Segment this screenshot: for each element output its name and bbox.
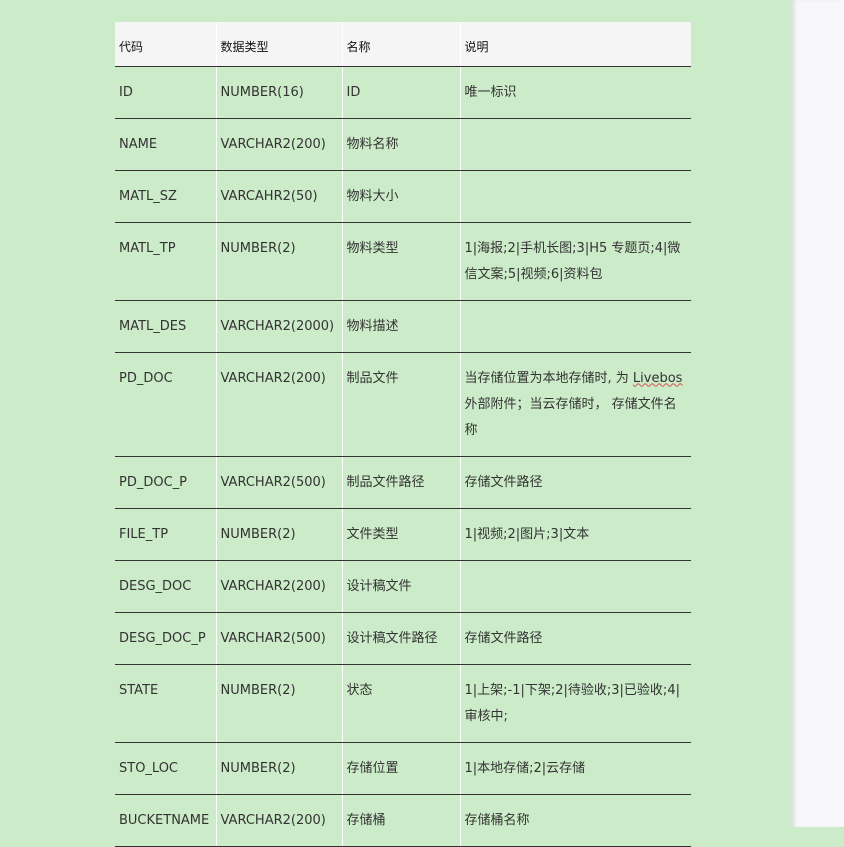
cell-description <box>459 300 691 353</box>
cell-code: ID <box>115 66 216 119</box>
cell-description: 1|本地存储;2|云存储 <box>459 742 691 795</box>
cell-data-type: VARCHAR2(200) <box>215 352 342 457</box>
table-row: PD_DOC_P VARCHAR2(500) 制品文件路径 存储文件路径 <box>115 456 691 509</box>
table-header: 代码 数据类型 名称 说明 <box>115 22 691 67</box>
cell-name: 存储位置 <box>341 742 460 795</box>
cell-code: MATL_SZ <box>115 170 216 223</box>
desc-text: 当存储位置为本地存储时, 为 <box>464 370 633 386</box>
table-row: STATE NUMBER(2) 状态 1|上架;-1|下架;2|待验收;3|已验收;4… <box>115 664 691 743</box>
table-row: STO_LOC NUMBER(2) 存储位置 1|本地存储;2|云存储 <box>115 742 691 795</box>
header-code: 代码 <box>115 22 216 67</box>
table-row: MATL_DES VARCHAR2(2000) 物料描述 <box>115 300 691 353</box>
table-row: FILE_TP NUMBER(2) 文件类型 1|视频;2|图片;3|文本 <box>115 508 691 561</box>
header-data-type: 数据类型 <box>215 22 342 67</box>
cell-data-type: VARCHAR2(500) <box>215 612 342 665</box>
cell-name: 设计稿文件路径 <box>341 612 460 665</box>
header-row: 代码 数据类型 名称 说明 <box>115 22 691 67</box>
table-row: BUCKETNAME VARCHAR2(200) 存储桶 存储桶名称 <box>115 794 691 847</box>
table-body: ID NUMBER(16) ID 唯一标识 NAME VARCHAR2(200) 物料名称 M… <box>115 66 691 847</box>
cell-data-type: VARCHAR2(2000) <box>215 300 342 353</box>
cell-code: FILE_TP <box>115 508 216 561</box>
cell-code: MATL_DES <box>115 300 216 353</box>
cell-description <box>459 560 691 613</box>
cell-description: 当存储位置为本地存储时, 为 Livebos 外部附件；当云存储时， 存储文件名称 <box>459 352 691 457</box>
cell-description: 存储文件路径 <box>459 612 691 665</box>
cell-data-type: VARCHAR2(200) <box>215 118 342 171</box>
table-row: NAME VARCHAR2(200) 物料名称 <box>115 118 691 171</box>
cell-name: 物料大小 <box>341 170 460 223</box>
cell-code: PD_DOC <box>115 352 216 457</box>
cell-name: 物料名称 <box>341 118 460 171</box>
cell-name: 设计稿文件 <box>341 560 460 613</box>
desc-text: 外部附件；当云存储时， 存储文件名称 <box>464 396 677 438</box>
cell-description: 1|视频;2|图片;3|文本 <box>459 508 691 561</box>
table-row: DESG_DOC_P VARCHAR2(500) 设计稿文件路径 存储文件路径 <box>115 612 691 665</box>
cell-name: 制品文件 <box>341 352 460 457</box>
header-description: 说明 <box>459 22 691 67</box>
cell-description <box>459 170 691 223</box>
cell-code: NAME <box>115 118 216 171</box>
table-row: PD_DOC VARCHAR2(200) 制品文件 当存储位置为本地存储时, 为 Li… <box>115 352 691 457</box>
cell-code: BUCKETNAME <box>115 794 216 847</box>
cell-description <box>459 118 691 171</box>
cell-description: 存储文件路径 <box>459 456 691 509</box>
cell-data-type: NUMBER(2) <box>215 742 342 795</box>
cell-name: ID <box>341 66 460 119</box>
cell-data-type: VARCHAR2(200) <box>215 560 342 613</box>
field-definition-table: 代码 数据类型 名称 说明 ID NUMBER(16) ID 唯一标识 NAME VARC… <box>115 22 691 847</box>
table-row: MATL_TP NUMBER(2) 物料类型 1|海报;2|手机长图;3|H5 专题页… <box>115 222 691 301</box>
cell-data-type: NUMBER(16) <box>215 66 342 119</box>
cell-data-type: VARCAHR2(50) <box>215 170 342 223</box>
cell-description: 唯一标识 <box>459 66 691 119</box>
cell-description: 1|上架;-1|下架;2|待验收;3|已验收;4|审核中; <box>459 664 691 743</box>
cell-name: 存储桶 <box>341 794 460 847</box>
table-row: MATL_SZ VARCAHR2(50) 物料大小 <box>115 170 691 223</box>
table-row: ID NUMBER(16) ID 唯一标识 <box>115 66 691 119</box>
cell-name: 物料类型 <box>341 222 460 301</box>
cell-data-type: VARCHAR2(200) <box>215 794 342 847</box>
cell-code: DESG_DOC_P <box>115 612 216 665</box>
cell-name: 文件类型 <box>341 508 460 561</box>
cell-data-type: NUMBER(2) <box>215 508 342 561</box>
cell-data-type: VARCHAR2(500) <box>215 456 342 509</box>
header-name: 名称 <box>341 22 460 67</box>
cell-name: 制品文件路径 <box>341 456 460 509</box>
cell-data-type: NUMBER(2) <box>215 664 342 743</box>
page-margin <box>792 0 844 827</box>
misspelled-word: Livebos <box>632 370 683 386</box>
cell-name: 物料描述 <box>341 300 460 353</box>
cell-code: PD_DOC_P <box>115 456 216 509</box>
cell-code: STO_LOC <box>115 742 216 795</box>
cell-code: DESG_DOC <box>115 560 216 613</box>
cell-code: MATL_TP <box>115 222 216 301</box>
cell-data-type: NUMBER(2) <box>215 222 342 301</box>
cell-name: 状态 <box>341 664 460 743</box>
cell-code: STATE <box>115 664 216 743</box>
cell-description: 1|海报;2|手机长图;3|H5 专题页;4|微信文案;5|视频;6|资料包 <box>459 222 691 301</box>
table-row: DESG_DOC VARCHAR2(200) 设计稿文件 <box>115 560 691 613</box>
cell-description: 存储桶名称 <box>459 794 691 847</box>
